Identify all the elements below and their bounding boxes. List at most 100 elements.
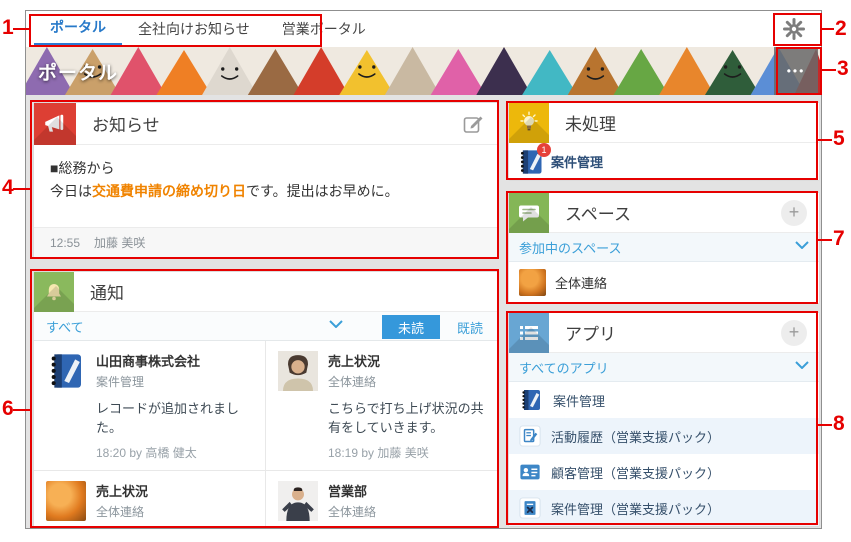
callout-2-label: 2 [835, 17, 847, 41]
callout-line [13, 409, 32, 411]
space-item-label: 全体連絡 [555, 273, 607, 292]
unprocessed-title: 未処理 [565, 110, 616, 135]
add-space-button[interactable]: + [781, 200, 807, 226]
notification-meta: 18:20 by 高橋 健太 [96, 444, 253, 461]
callout-line [13, 188, 32, 190]
callout-6-label: 6 [2, 397, 14, 421]
announcement-line1: ■総務から [50, 157, 482, 180]
all-apps-label: すべてのアプリ [519, 358, 609, 377]
unread-tab-button[interactable]: 未読 [382, 315, 440, 339]
notification-item[interactable]: 営業部 全体連絡 Everyone マーケティング部への資料やチラシの作成依頼に… [266, 471, 498, 529]
space-item-zentai[interactable]: 全体連絡 [509, 262, 819, 303]
notification-source: 全体連絡 [328, 373, 486, 390]
callout-5-label: 5 [833, 127, 845, 151]
deadline-highlight: 交通費申請の締め切り日 [92, 183, 246, 199]
user-avatar [278, 351, 318, 391]
activity-log-icon [519, 425, 541, 447]
unprocessed-item-label: 案件管理 [551, 152, 603, 171]
read-tab-button[interactable]: 既読 [442, 315, 498, 339]
spaces-title: スペース [565, 200, 631, 225]
unread-count-badge: 1 [537, 143, 551, 157]
app-notebook-icon [46, 351, 86, 391]
lightbulb-icon [509, 103, 549, 143]
app-item-anken-pack[interactable]: 案件管理（営業支援パック） [509, 490, 819, 526]
announcement-body: ■総務から 今日は交通費申請の締め切り日です。提出はお早めに。 [34, 145, 498, 227]
user-avatar [278, 481, 318, 521]
app-item-label: 顧客管理（営業支援パック） [551, 463, 720, 482]
speech-bubble-icon [509, 193, 549, 233]
notification-list: 山田商事株式会社 案件管理 レコードが追加されました。 18:20 by 高橋 … [34, 341, 498, 529]
notification-item[interactable]: 売上状況 全体連絡 売上状況スレッドが作成されました。 18:18 by 加藤 … [34, 471, 265, 529]
callout-1-label: 1 [2, 16, 14, 40]
cover-banner: ポータル ••• [26, 47, 821, 95]
joined-spaces-dropdown[interactable]: 参加中のスペース [509, 233, 819, 262]
chevron-down-icon[interactable] [329, 320, 343, 328]
announcement-footer: 12:55 加藤 美咲 [34, 227, 498, 257]
edit-announcement-icon[interactable] [462, 113, 484, 135]
notification-body: こちらで打ち上げ状況の共有をしていきます。 [328, 399, 486, 437]
notification-source: 案件管理 [96, 373, 253, 390]
announcement-time: 12:55 [50, 236, 80, 250]
tab-company-news[interactable]: 全社向けお知らせ [122, 11, 266, 47]
portal-content: お知らせ ■総務から 今日は交通費申請の締め切り日です。提出はお早めに。 12:… [26, 95, 821, 528]
app-notebook-icon [519, 388, 543, 412]
spaces-widget: スペース + 参加中のスペース 全体連絡 [509, 193, 819, 303]
app-list-icon [509, 313, 549, 353]
unprocessed-item-anken[interactable]: 1 案件管理 [509, 143, 819, 180]
announcement-title: お知らせ [92, 111, 160, 136]
app-item-label: 案件管理 [553, 391, 605, 410]
notification-filter-bar: すべて 未読 既読 [34, 312, 498, 341]
announcement-line2: 今日は交通費申請の締め切り日です。提出はお早めに。 [50, 180, 482, 203]
deal-doc-icon [519, 497, 541, 519]
space-thumbnail [519, 269, 546, 296]
announcement-widget: お知らせ ■総務から 今日は交通費申請の締め切り日です。提出はお早めに。 12:… [34, 103, 498, 257]
filter-dropdown[interactable]: すべて [46, 317, 84, 336]
portal-tab-bar: ポータル 全社向けお知らせ 営業ポータル [26, 11, 821, 47]
joined-spaces-label: 参加中のスペース [519, 238, 621, 257]
app-notebook-icon: 1 [517, 148, 545, 176]
tab-portal[interactable]: ポータル [34, 11, 122, 47]
tab-sales-portal[interactable]: 営業ポータル [266, 11, 382, 47]
app-item-katsudo[interactable]: 活動履歴（営業支援パック） [509, 418, 819, 454]
portal-banner-title: ポータル [38, 58, 118, 85]
notification-title: 売上状況 [96, 481, 253, 500]
notification-item[interactable]: 売上状況 全体連絡 こちらで打ち上げ状況の共有をしていきます。 18:19 by… [266, 341, 498, 471]
portal-screenshot: ポータル 全社向けお知らせ 営業ポータル [25, 10, 822, 529]
callout-line [13, 28, 31, 30]
megaphone-icon [34, 103, 76, 145]
callout-line [820, 28, 834, 30]
more-options-button[interactable]: ••• [774, 47, 818, 95]
callout-3-label: 3 [837, 57, 849, 81]
chevron-down-icon [795, 241, 809, 249]
pencil-cover-image [26, 47, 821, 95]
notifications-title: 通知 [90, 279, 124, 304]
chevron-down-icon [795, 361, 809, 369]
notification-body: レコードが追加されました。 [96, 399, 253, 437]
add-app-button[interactable]: + [781, 320, 807, 346]
bell-icon [34, 272, 74, 312]
callout-line [816, 139, 832, 141]
notification-title: 山田商事株式会社 [96, 351, 253, 370]
notification-title: 営業部 [328, 481, 486, 500]
apps-widget: アプリ + すべてのアプリ 案件管理 [509, 313, 819, 526]
callout-line [816, 424, 832, 426]
notification-title: 売上状況 [328, 351, 486, 370]
callout-4-label: 4 [2, 176, 14, 200]
notification-item[interactable]: 山田商事株式会社 案件管理 レコードが追加されました。 18:20 by 高橋 … [34, 341, 265, 471]
apps-title: アプリ [565, 320, 616, 345]
callout-line [820, 69, 836, 71]
all-apps-dropdown[interactable]: すべてのアプリ [509, 353, 819, 382]
notifications-widget: 通知 すべて 未読 既読 [34, 272, 498, 529]
customer-card-icon [519, 461, 541, 483]
settings-gear-icon[interactable] [783, 18, 805, 40]
notification-meta: 18:19 by 加藤 美咲 [328, 444, 486, 461]
app-item-anken[interactable]: 案件管理 [509, 382, 819, 418]
unprocessed-widget: 未処理 1 案件管理 [509, 103, 819, 180]
notification-source: 全体連絡 [328, 503, 486, 520]
callout-line [816, 239, 832, 241]
app-item-label: 案件管理（営業支援パック） [551, 499, 720, 518]
app-item-kokyaku[interactable]: 顧客管理（営業支援パック） [509, 454, 819, 490]
app-item-label: 活動履歴（営業支援パック） [551, 427, 720, 446]
announcement-author[interactable]: 加藤 美咲 [94, 234, 145, 251]
callout-7-label: 7 [833, 227, 845, 251]
